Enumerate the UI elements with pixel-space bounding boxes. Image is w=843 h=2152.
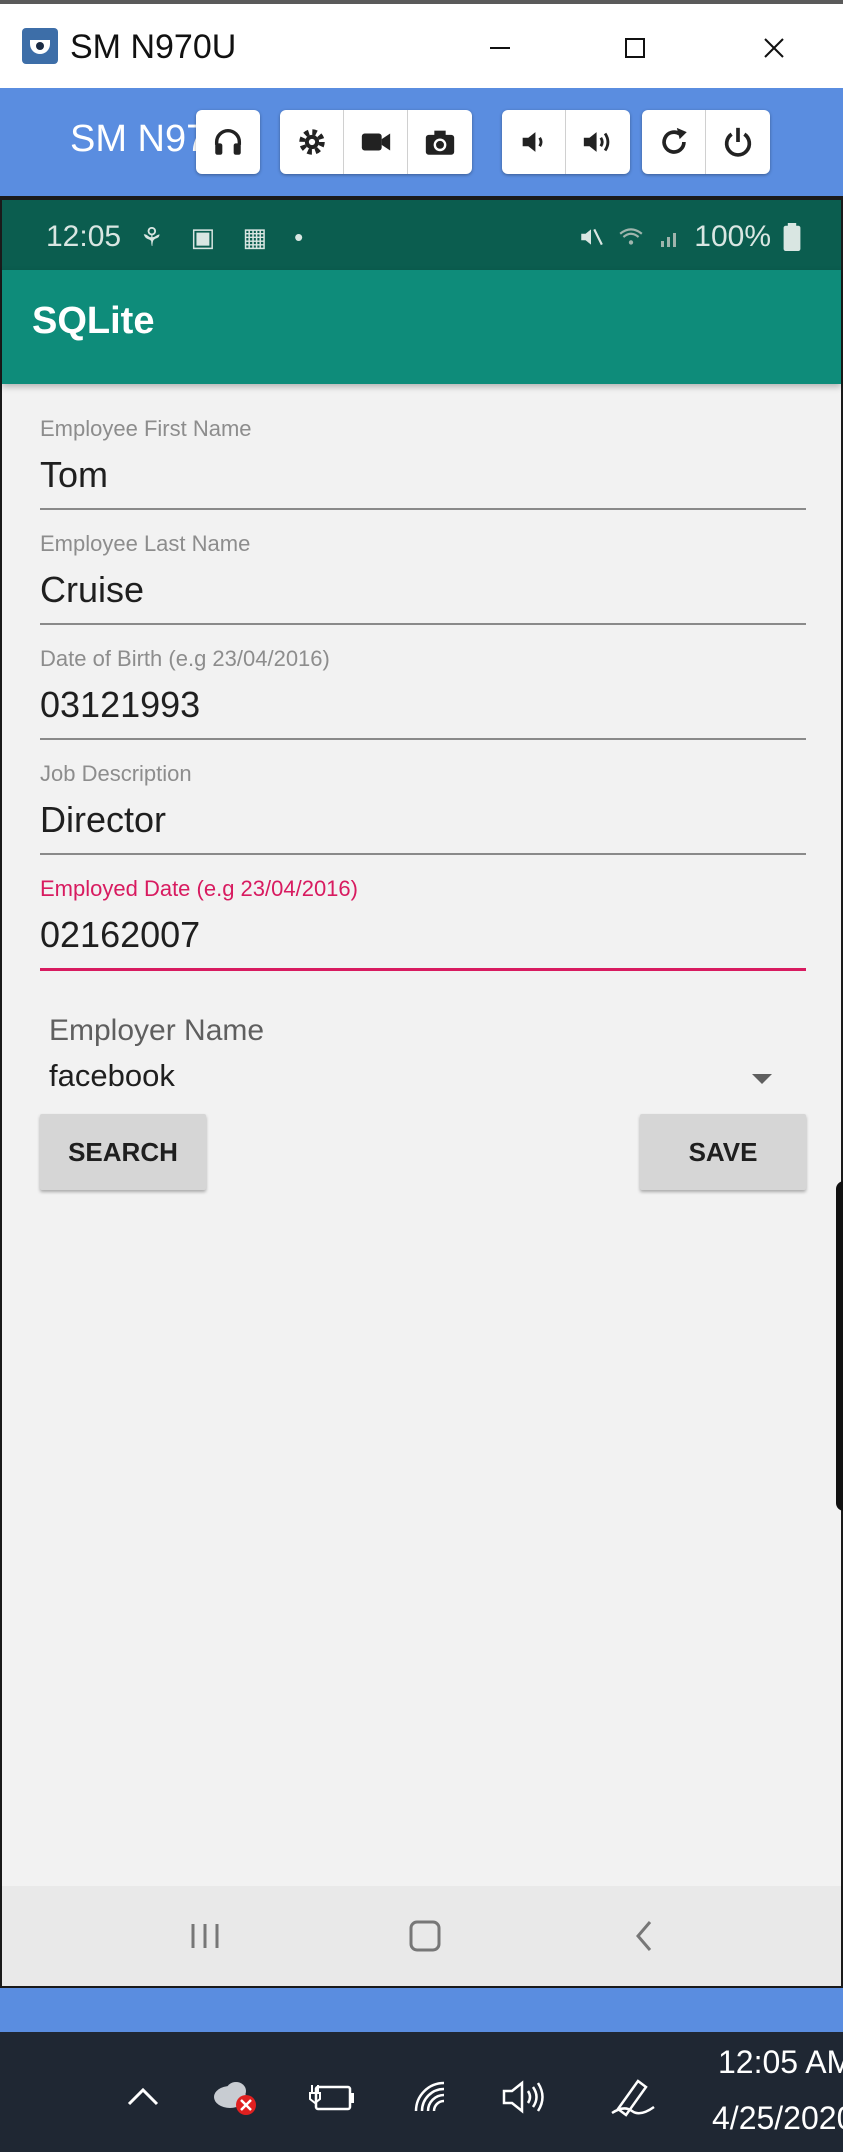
notification-icons: ⚘ ▣ ▦ •: [140, 222, 314, 252]
status-time: 12:05: [46, 220, 122, 253]
job-description-input[interactable]: Director: [40, 799, 166, 841]
mute-icon: [581, 228, 604, 246]
taskbar-clock-date[interactable]: 4/25/2020: [712, 2100, 843, 2137]
last-name-label: Employee Last Name: [40, 531, 251, 556]
speaker-icon: [502, 2080, 544, 2114]
recents-button[interactable]: [170, 1904, 240, 1968]
employed-date-underline: [40, 968, 806, 971]
pen-workspace-button[interactable]: [608, 2074, 658, 2120]
show-hidden-icons-button[interactable]: [118, 2074, 168, 2120]
power-button[interactable]: [706, 110, 770, 174]
toolbar-group-audio: [196, 110, 260, 174]
app-title: SQLite: [32, 300, 155, 342]
maximize-button[interactable]: [605, 22, 665, 74]
last-name-field[interactable]: Employee Last Name Cruise: [40, 531, 806, 631]
employed-date-field[interactable]: Employed Date (e.g 23/04/2016) 02162007: [40, 876, 806, 976]
taskbar-clock-time[interactable]: 12:05 AM: [718, 2044, 843, 2081]
screenshot-button[interactable]: [408, 110, 472, 174]
video-camera-icon: [361, 133, 390, 151]
battery-icon: [783, 223, 801, 251]
phone-screen: 12:05 ⚘ ▣ ▦ • 100% SQLite Employee First…: [0, 196, 843, 1986]
dob-label: Date of Birth (e.g 23/04/2016): [40, 646, 330, 671]
back-button[interactable]: [610, 1904, 680, 1968]
job-description-underline: [40, 853, 806, 855]
edge-panel-handle[interactable]: [836, 1181, 843, 1511]
back-icon: [636, 1921, 652, 1951]
power-icon: [724, 127, 752, 157]
headphones-button[interactable]: [196, 110, 260, 174]
android-status-bar: 12:05 ⚘ ▣ ▦ • 100%: [2, 196, 841, 270]
first-name-field[interactable]: Employee First Name Tom: [40, 416, 806, 516]
status-right-group: 100%: [578, 220, 801, 254]
signal-icon: [661, 233, 677, 247]
cloud-error-icon: [214, 2082, 256, 2115]
camera-icon: [425, 130, 455, 155]
rotate-icon: [661, 127, 687, 154]
toolbar-group-volume: [502, 110, 630, 174]
employer-name-spinner[interactable]: facebook: [49, 1058, 175, 1094]
last-name-underline: [40, 623, 806, 625]
battery-plug-icon: [309, 2085, 354, 2111]
volume-down-icon: [522, 132, 542, 152]
last-name-input[interactable]: Cruise: [40, 569, 144, 611]
home-button[interactable]: [390, 1904, 460, 1968]
first-name-label: Employee First Name: [40, 416, 252, 441]
window-title-bar: SM N970U: [0, 0, 843, 88]
search-button[interactable]: SEARCH: [40, 1114, 206, 1190]
dob-input[interactable]: 03121993: [40, 684, 200, 726]
toolbar-group-media: [280, 110, 472, 174]
wifi-icon: [414, 2081, 445, 2112]
device-toolbar: SM N970U: [0, 88, 843, 196]
app-logo-icon: [22, 28, 58, 64]
rotate-button[interactable]: [642, 110, 706, 174]
volume-down-button[interactable]: [502, 110, 566, 174]
first-name-underline: [40, 508, 806, 510]
app-bar: SQLite: [2, 270, 841, 384]
dob-field[interactable]: Date of Birth (e.g 23/04/2016) 03121993: [40, 646, 806, 746]
record-button[interactable]: [344, 110, 408, 174]
onedrive-tray-button[interactable]: [210, 2074, 260, 2120]
job-description-field[interactable]: Job Description Director: [40, 761, 806, 861]
save-button[interactable]: SAVE: [640, 1114, 806, 1190]
headphones-icon: [214, 129, 242, 155]
close-button[interactable]: [744, 22, 804, 74]
settings-button[interactable]: [280, 110, 344, 174]
network-tray-button[interactable]: [408, 2074, 458, 2120]
battery-percent: 100%: [694, 220, 771, 253]
job-description-label: Job Description: [40, 761, 192, 786]
employer-name-label: Employer Name: [49, 1014, 265, 1047]
wifi-icon: [619, 228, 643, 245]
gear-icon: [298, 129, 325, 155]
employed-date-input[interactable]: 02162007: [40, 914, 200, 956]
battery-tray-button[interactable]: [308, 2074, 358, 2120]
pen-icon: [611, 2079, 655, 2117]
employed-date-label: Employed Date (e.g 23/04/2016): [40, 876, 358, 901]
minimize-button[interactable]: [470, 22, 530, 74]
dropdown-arrow-icon[interactable]: [752, 1074, 772, 1084]
volume-tray-button[interactable]: [500, 2074, 550, 2120]
volume-up-icon: [583, 132, 610, 152]
home-icon: [409, 1920, 441, 1952]
toolbar-group-system: [642, 110, 770, 174]
chevron-up-icon: [127, 2087, 159, 2106]
dob-underline: [40, 738, 806, 740]
android-nav-bar: [2, 1886, 841, 1986]
recents-icon: [191, 1924, 219, 1948]
first-name-input[interactable]: Tom: [40, 454, 108, 496]
window-title: SM N970U: [70, 28, 237, 66]
volume-up-button[interactable]: [566, 110, 630, 174]
window-bottom-strip: [0, 1986, 843, 2032]
